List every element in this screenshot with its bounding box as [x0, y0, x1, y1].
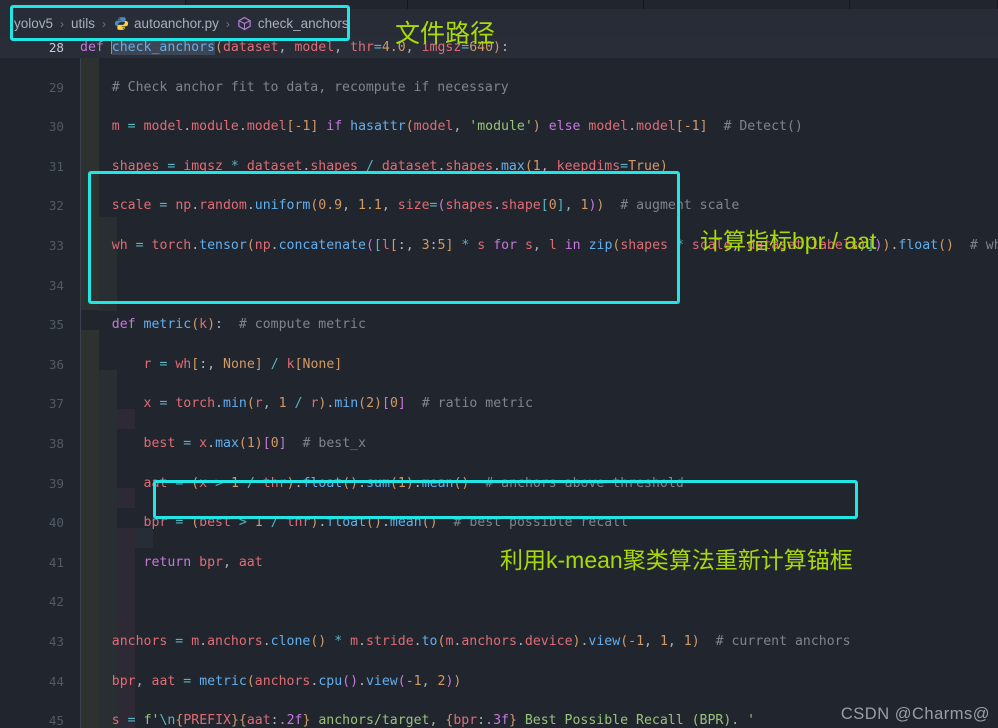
- line-content[interactable]: s = f'\n{PREFIX}{aat:.2f} anchors/target…: [80, 711, 755, 728]
- code-line[interactable]: 30 m = model.module.model[-1] if hasattr…: [0, 117, 998, 137]
- code-line[interactable]: 42: [0, 592, 998, 612]
- line-number: 43: [48, 633, 64, 649]
- line-content[interactable]: scale = np.random.uniform(0.9, 1.1, size…: [80, 196, 740, 216]
- code-line[interactable]: 37 x = torch.min(r, 1 / r).min(2)[0] # r…: [0, 394, 998, 414]
- line-content[interactable]: m = model.module.model[-1] if hasattr(mo…: [80, 117, 803, 137]
- line-content[interactable]: aat = (x > 1 / thr).float().sum(1).mean(…: [80, 474, 684, 494]
- line-number: 30: [48, 119, 64, 135]
- line-content[interactable]: def metric(k): # compute metric: [80, 315, 366, 335]
- line-content[interactable]: # Check anchor fit to data, recompute if…: [80, 78, 509, 98]
- code-line[interactable]: 29 # Check anchor fit to data, recompute…: [0, 78, 998, 98]
- breadcrumb-item-yolov5[interactable]: yolov5: [14, 16, 53, 31]
- code-line[interactable]: 38 best = x.max(1)[0] # best_x: [0, 434, 998, 454]
- code-line[interactable]: 39 aat = (x > 1 / thr).float().sum(1).me…: [0, 474, 998, 494]
- line-number: 40: [48, 515, 64, 531]
- line-content[interactable]: def check_anchors(dataset, model, thr=4.…: [80, 38, 509, 58]
- code-line[interactable]: 28 def check_anchors(dataset, model, thr…: [0, 38, 998, 58]
- code-line[interactable]: 40 bpr = (best > 1 / thr).float().mean()…: [0, 513, 998, 533]
- watermark: CSDN @Charms@: [840, 705, 990, 723]
- line-number: 32: [48, 198, 64, 214]
- line-number: 33: [48, 237, 64, 253]
- breadcrumb[interactable]: yolov5 › utils › autoanchor.py › check_a…: [0, 9, 998, 38]
- line-number: 41: [48, 554, 64, 570]
- line-content[interactable]: bpr, aat = metric(anchors.cpu().view(-1,…: [80, 672, 462, 692]
- line-number: 44: [48, 673, 64, 689]
- line-number: 38: [48, 435, 64, 451]
- line-content[interactable]: x = torch.min(r, 1 / r).min(2)[0] # rati…: [80, 394, 533, 414]
- line-number: 35: [48, 317, 64, 333]
- tab-slot-1[interactable]: [0, 0, 186, 9]
- tab-slot-5[interactable]: [850, 0, 998, 9]
- indent-band-level2-b: [99, 217, 117, 311]
- code-line[interactable]: 35 def metric(k): # compute metric: [0, 315, 998, 335]
- code-line[interactable]: 41 return bpr, aat: [0, 553, 998, 573]
- breadcrumb-item-autoanchor-py[interactable]: autoanchor.py: [134, 16, 219, 31]
- code-line[interactable]: 34: [0, 276, 998, 296]
- line-number: 28: [48, 40, 64, 55]
- line-number: 37: [48, 396, 64, 412]
- code-line[interactable]: 31 shapes = imgsz * dataset.shapes / dat…: [0, 157, 998, 177]
- line-number: 31: [48, 158, 64, 174]
- code-editor[interactable]: 28 def check_anchors(dataset, model, thr…: [0, 38, 998, 728]
- code-line[interactable]: 43 anchors = m.anchors.clone() * m.strid…: [0, 632, 998, 652]
- line-content[interactable]: r = wh[:, None] / k[None]: [80, 355, 343, 375]
- line-content[interactable]: anchors = m.anchors.clone() * m.stride.t…: [80, 632, 851, 652]
- code-line[interactable]: 32 scale = np.random.uniform(0.9, 1.1, s…: [0, 196, 998, 216]
- editor-tab-strip: [0, 0, 998, 9]
- code-line[interactable]: 36 r = wh[:, None] / k[None]: [0, 355, 998, 375]
- tab-slot-4[interactable]: [644, 0, 850, 9]
- line-content[interactable]: wh = torch.tensor(np.concatenate([l[:, 3…: [80, 236, 998, 256]
- tab-slot-3[interactable]: [408, 0, 644, 9]
- line-number: 34: [48, 277, 64, 293]
- breadcrumb-separator: ›: [60, 16, 65, 31]
- symbol-method-icon: [237, 16, 253, 32]
- tab-slot-2[interactable]: [186, 0, 408, 9]
- line-number: 29: [48, 79, 64, 95]
- code-line[interactable]: 33 wh = torch.tensor(np.concatenate([l[:…: [0, 236, 998, 256]
- line-number: 42: [48, 594, 64, 610]
- breadcrumb-item-utils[interactable]: utils: [71, 16, 95, 31]
- breadcrumb-separator: ›: [102, 16, 107, 31]
- line-number: 36: [48, 356, 64, 372]
- line-number: 45: [48, 713, 64, 728]
- breadcrumb-separator: ›: [225, 16, 230, 31]
- line-number: 39: [48, 475, 64, 491]
- line-content[interactable]: shapes = imgsz * dataset.shapes / datase…: [80, 157, 668, 177]
- python-file-icon: [113, 16, 129, 32]
- code-line[interactable]: 44 bpr, aat = metric(anchors.cpu().view(…: [0, 672, 998, 692]
- line-content[interactable]: best = x.max(1)[0] # best_x: [80, 434, 367, 454]
- breadcrumb-item-check-anchors[interactable]: check_anchors: [258, 16, 349, 31]
- line-content[interactable]: bpr = (best > 1 / thr).float().mean() # …: [80, 513, 629, 533]
- line-content[interactable]: return bpr, aat: [80, 553, 263, 573]
